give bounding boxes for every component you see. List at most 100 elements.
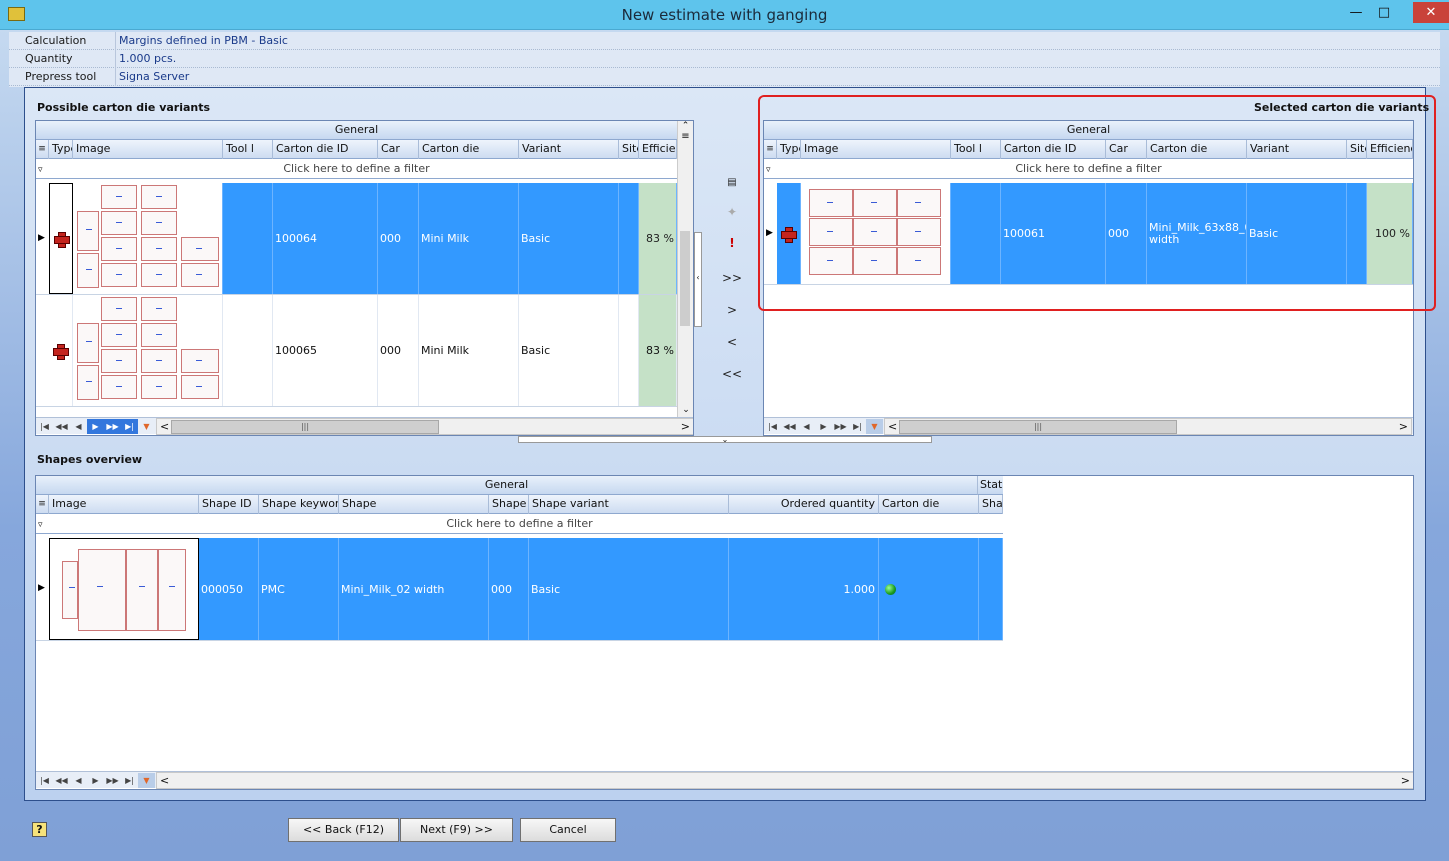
shape-number-cell: 000 — [489, 538, 529, 640]
minimize-button[interactable]: — — [1343, 2, 1369, 23]
next-page-icon[interactable]: ▶▶ — [104, 773, 121, 788]
scroll-right-icon[interactable]: > — [681, 420, 690, 433]
scroll-left-icon[interactable]: < — [160, 774, 169, 787]
shape-keyword-cell: PMC — [259, 538, 339, 640]
prev-page-icon[interactable]: ◀◀ — [53, 419, 70, 434]
col-image[interactable]: Image — [73, 140, 223, 159]
col-site[interactable]: Site — [619, 140, 639, 159]
scroll-left-icon[interactable]: < — [160, 420, 169, 433]
cancel-button[interactable]: Cancel — [520, 818, 616, 842]
filter-funnel-icon[interactable]: ▼ — [138, 419, 155, 434]
scroll-down-icon[interactable]: ⌄ — [678, 405, 693, 415]
estimate-info: Calculation Margins defined in PBM - Basi… — [9, 32, 1440, 87]
next-page-icon[interactable]: ▶▶ — [104, 418, 121, 434]
horizontal-scrollbar[interactable]: < ||| > — [156, 418, 693, 435]
next-page-icon[interactable]: ▶▶ — [832, 419, 849, 434]
col-shape-status[interactable]: Shap — [979, 495, 1003, 514]
first-record-icon[interactable]: |◀ — [36, 419, 53, 434]
vertical-scrollbar[interactable]: ⌃ ≡ ⌄ — [677, 121, 693, 417]
col-shape-keyword[interactable]: Shape keyword — [259, 495, 339, 514]
scroll-right-icon[interactable]: > — [1399, 420, 1408, 433]
last-record-icon[interactable]: ▶| — [121, 418, 138, 434]
column-menu-icon[interactable]: ≡ — [678, 131, 693, 142]
col-car[interactable]: Car — [378, 140, 419, 159]
column-chooser-icon[interactable]: ≡ — [36, 140, 49, 159]
scroll-left-icon[interactable]: < — [888, 420, 897, 433]
die-image — [73, 183, 223, 294]
col-tool[interactable]: Tool l — [223, 140, 273, 159]
scroll-right-icon[interactable]: > — [1401, 774, 1410, 787]
die-image — [73, 295, 223, 406]
save-icon[interactable]: ▤ — [718, 177, 746, 188]
table-row[interactable]: 100065 000 Mini Milk Basic 83 % — [36, 295, 677, 407]
filter-funnel-icon[interactable]: ▼ — [866, 418, 883, 434]
horizontal-scrollbar[interactable]: < > — [156, 772, 1413, 789]
alert-icon[interactable]: ! — [718, 236, 746, 250]
possible-variants-grid[interactable]: General ≡ Type Image Tool l Carton die I… — [35, 120, 694, 436]
calculation-label: Calculation — [25, 34, 87, 47]
prev-record-icon[interactable]: ◀ — [70, 773, 87, 788]
site-cell — [619, 295, 639, 406]
filter-row[interactable]: Click here to define a filter — [36, 514, 1003, 534]
col-shape[interactable]: Shape — [339, 495, 489, 514]
add-all-button[interactable]: >> — [718, 271, 746, 285]
filter-funnel-icon[interactable]: ▼ — [138, 772, 155, 788]
horizontal-scrollbar[interactable]: < ||| > — [884, 418, 1412, 435]
carton-die-status-cell — [879, 538, 979, 640]
col-shape-variant[interactable]: Shape variant — [529, 495, 729, 514]
table-row[interactable]: ▶ 100064 000 Mini Milk Basic 83 % — [36, 183, 677, 295]
scroll-up-icon[interactable]: ⌃ — [678, 121, 693, 131]
row-pointer-icon: ▶ — [38, 233, 45, 243]
carton-die-cell: Mini Milk — [419, 183, 519, 294]
carton-die-type-icon — [54, 231, 70, 248]
last-record-icon[interactable]: ▶| — [849, 419, 866, 434]
col-efficiency[interactable]: Efficie — [639, 140, 677, 159]
shape-variant-cell: Basic — [529, 538, 729, 640]
add-button[interactable]: > — [718, 303, 746, 317]
prev-record-icon[interactable]: ◀ — [70, 419, 87, 434]
variant-cell: Basic — [519, 183, 619, 294]
wand-icon[interactable]: ✦ — [718, 205, 746, 219]
status-green-icon — [885, 583, 896, 595]
table-row[interactable]: ▶ 000050 PMC Mini_Milk_02 width 000 Basi… — [36, 538, 1003, 641]
next-record-icon[interactable]: ▶ — [87, 773, 104, 788]
scroll-thumb[interactable]: ||| — [171, 420, 439, 434]
remove-button[interactable]: < — [718, 335, 746, 349]
next-record-icon[interactable]: ▶ — [815, 419, 832, 434]
col-carton-die[interactable]: Carton die — [419, 140, 519, 159]
col-image[interactable]: Image — [49, 495, 199, 514]
splitter-collapse-icon[interactable]: ‹ — [694, 232, 702, 327]
col-shape-number[interactable]: Shape — [489, 495, 529, 514]
col-type[interactable]: Type — [49, 140, 73, 159]
shapes-grid[interactable]: General Stat ≡ Image Shape ID Shape keyw… — [35, 475, 1414, 790]
scroll-thumb[interactable]: ||| — [899, 420, 1177, 434]
col-ordered-quantity[interactable]: Ordered quantity — [729, 495, 879, 514]
column-chooser-icon[interactable]: ≡ — [36, 495, 49, 514]
close-button[interactable]: ✕ — [1413, 2, 1449, 23]
prev-page-icon[interactable]: ◀◀ — [781, 419, 798, 434]
col-shape-id[interactable]: Shape ID — [199, 495, 259, 514]
next-record-icon[interactable]: ▶ — [87, 418, 104, 434]
first-record-icon[interactable]: |◀ — [36, 773, 53, 788]
highlight-box — [758, 95, 1436, 311]
prev-page-icon[interactable]: ◀◀ — [53, 773, 70, 788]
efficiency-cell: 83 % — [639, 295, 677, 406]
tool-cell — [223, 183, 273, 294]
remove-all-button[interactable]: << — [718, 367, 746, 381]
help-icon[interactable]: ? — [32, 822, 47, 837]
maximize-button[interactable]: □ — [1371, 2, 1397, 23]
last-record-icon[interactable]: ▶| — [121, 773, 138, 788]
back-button[interactable]: << Back (F12) — [288, 818, 399, 842]
shape-id-cell: 000050 — [199, 538, 259, 640]
col-variant[interactable]: Variant — [519, 140, 619, 159]
window-title: New estimate with ganging — [621, 6, 828, 24]
scroll-thumb[interactable] — [680, 231, 690, 326]
prev-record-icon[interactable]: ◀ — [798, 419, 815, 434]
column-header: ≡ Type Image Tool l Carton die ID Car Ca… — [36, 140, 677, 159]
first-record-icon[interactable]: |◀ — [764, 419, 781, 434]
col-carton-die[interactable]: Carton die — [879, 495, 979, 514]
col-carton-die-id[interactable]: Carton die ID — [273, 140, 378, 159]
horizontal-splitter[interactable]: ⌄ — [518, 436, 932, 444]
filter-row[interactable]: Click here to define a filter — [36, 159, 677, 179]
next-button[interactable]: Next (F9) >> — [400, 818, 513, 842]
